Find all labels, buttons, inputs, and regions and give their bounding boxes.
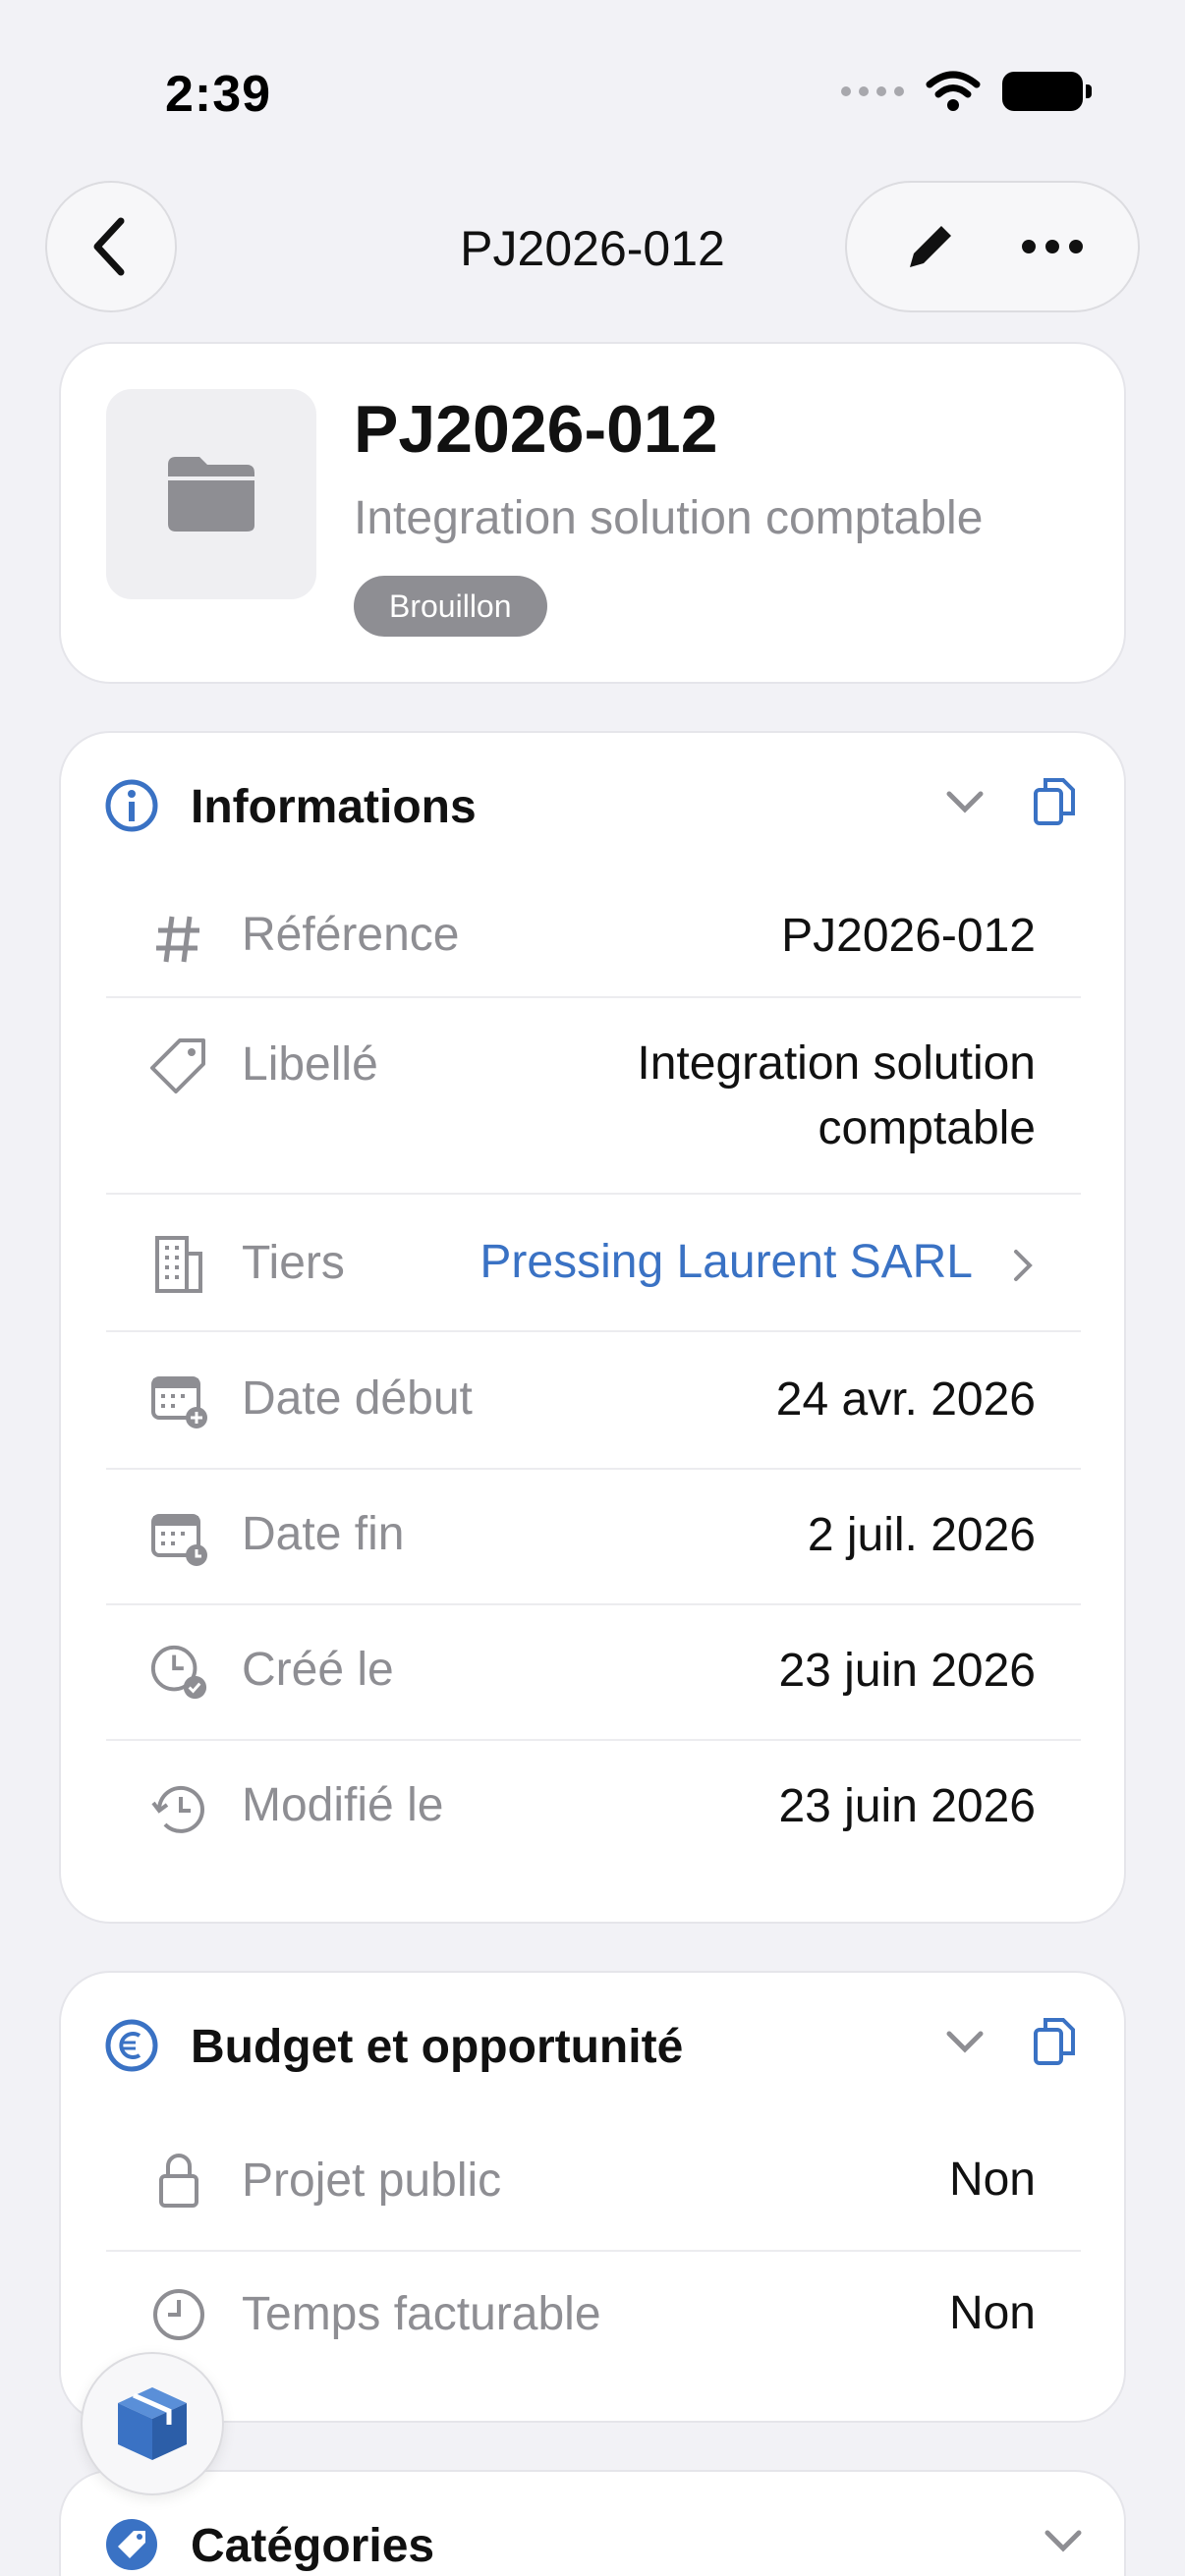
row-value: 2 juil. 2026: [807, 1509, 1036, 1561]
more-button[interactable]: [1020, 237, 1085, 256]
euro-icon: [105, 2019, 158, 2072]
copy-icon[interactable]: [1032, 2016, 1077, 2067]
clock-check-icon: [149, 1643, 208, 1702]
info-row-libelle: Libellé Integration solution comptable: [106, 998, 1081, 1195]
third-party-link[interactable]: Pressing Laurent SARL: [480, 1230, 973, 1295]
actions-pill: [845, 181, 1140, 312]
info-row-reference: Référence PJ2026-012: [106, 882, 1081, 998]
nav-bar: PJ2026-012: [0, 181, 1185, 314]
categories-section: Catégories: [59, 2470, 1126, 2576]
info-row-tiers[interactable]: Tiers Pressing Laurent SARL: [106, 1195, 1081, 1332]
budget-section: Budget et opportunité Projet public Non …: [59, 1971, 1126, 2423]
info-row-date-debut: Date début 24 avr. 2026: [106, 1332, 1081, 1470]
project-label: Integration solution comptable: [354, 492, 984, 544]
cellular-signal-icon: [841, 86, 904, 96]
row-label: Référence: [242, 909, 460, 961]
info-icon: [105, 779, 158, 832]
edit-button[interactable]: [900, 216, 961, 277]
info-row-date-fin: Date fin 2 juil. 2026: [106, 1470, 1081, 1605]
ellipsis-icon: [1022, 240, 1083, 253]
row-value: Non: [948, 2154, 1036, 2206]
hash-icon: [149, 910, 208, 969]
categories-header[interactable]: Catégories: [61, 2472, 1124, 2576]
row-label: Libellé: [242, 1038, 378, 1091]
project-thumbnail: [106, 389, 316, 599]
tag-icon: [149, 1036, 208, 1094]
row-label: Créé le: [242, 1644, 394, 1696]
lock-icon: [149, 2152, 208, 2211]
chevron-down-icon[interactable]: [945, 2028, 985, 2055]
cube-icon: [118, 2387, 187, 2460]
row-value-line: comptable: [818, 1102, 1036, 1154]
row-value: PJ2026-012: [781, 910, 1036, 962]
chevron-right-icon: [1014, 1250, 1033, 1281]
status-bar: 2:39: [0, 0, 1185, 177]
calendar-start-icon: [149, 1372, 208, 1430]
project-reference: PJ2026-012: [354, 392, 718, 467]
row-value: 24 avr. 2026: [775, 1373, 1036, 1426]
wifi-icon: [926, 71, 981, 111]
folder-icon: [168, 457, 254, 532]
informations-section: Informations Référence PJ2026-012 Libell…: [59, 731, 1126, 1924]
row-label: Modifié le: [242, 1779, 444, 1831]
budget-header[interactable]: Budget et opportunité: [61, 1973, 1124, 2122]
section-title: Informations: [191, 781, 477, 833]
status-badge: Brouillon: [354, 576, 547, 637]
floating-action-button[interactable]: [81, 2352, 224, 2495]
section-title: Budget et opportunité: [191, 2021, 684, 2073]
info-row-cree-le: Créé le 23 juin 2026: [106, 1605, 1081, 1741]
calendar-end-icon: [149, 1509, 208, 1568]
budget-row-temps-facturable: Temps facturable Non: [106, 2252, 1081, 2381]
tag-filled-icon: [106, 2519, 157, 2570]
row-value: 23 juin 2026: [778, 1780, 1036, 1832]
project-summary-card: PJ2026-012 Integration solution comptabl…: [59, 342, 1126, 684]
status-time: 2:39: [165, 66, 272, 123]
chevron-down-icon[interactable]: [945, 788, 985, 815]
chevron-down-icon[interactable]: [1044, 2527, 1083, 2554]
row-value: Integration solution comptable: [637, 1032, 1036, 1161]
building-icon: [149, 1234, 208, 1293]
row-value: Non: [948, 2287, 1036, 2339]
pencil-icon: [910, 226, 951, 267]
status-icons: [841, 71, 1092, 112]
row-value: 23 juin 2026: [778, 1645, 1036, 1697]
row-label: Tiers: [242, 1237, 345, 1289]
copy-icon[interactable]: [1032, 776, 1077, 827]
section-title: Catégories: [191, 2520, 435, 2572]
row-label: Date fin: [242, 1508, 405, 1560]
row-value-line: Integration solution: [637, 1037, 1036, 1090]
informations-header[interactable]: Informations: [61, 733, 1124, 882]
battery-icon: [1002, 72, 1092, 111]
budget-row-projet-public: Projet public Non: [106, 2122, 1081, 2252]
history-icon: [149, 1780, 208, 1839]
row-label: Projet public: [242, 2155, 502, 2207]
clock-icon: [149, 2285, 208, 2344]
info-row-modifie-le: Modifié le 23 juin 2026: [106, 1741, 1081, 1876]
row-label: Temps facturable: [242, 2288, 601, 2340]
row-label: Date début: [242, 1372, 473, 1425]
